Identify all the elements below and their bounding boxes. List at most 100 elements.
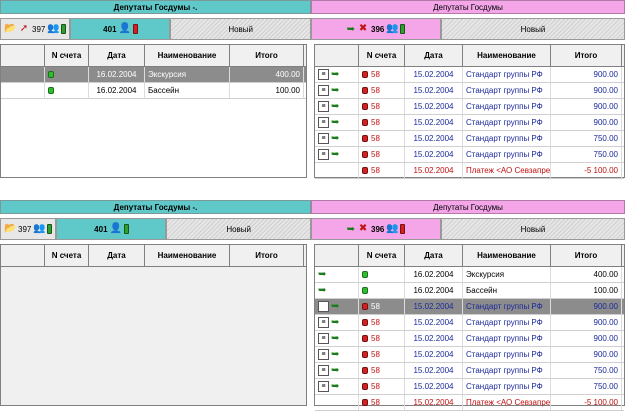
col-date[interactable]: Дата bbox=[405, 245, 463, 266]
col-total[interactable]: Итого bbox=[551, 45, 622, 66]
document-icon: ≡ bbox=[318, 69, 329, 80]
table-row[interactable]: ≡ ➥ 58 15.02.2004 Стандарт группы РФ 900.00 bbox=[315, 115, 624, 131]
col-total[interactable]: Итого bbox=[551, 245, 622, 266]
tab-new-label: Новый bbox=[226, 224, 252, 234]
row-icons[interactable]: ≡ ➥ bbox=[315, 331, 359, 346]
left-grid[interactable]: N счета Дата Наименование Итого 16.02.20… bbox=[0, 44, 307, 178]
status-green-icon bbox=[362, 271, 368, 278]
row-num: 58 bbox=[359, 347, 405, 362]
table-row[interactable]: ➥ 16.02.2004 Бассейн 100.00 bbox=[315, 283, 624, 299]
table-row[interactable]: ≡ ➥ 58 15.02.2004 Стандарт группы РФ 900.00 bbox=[315, 331, 624, 347]
row-num: 58 bbox=[359, 147, 405, 162]
col-name[interactable]: Наименование bbox=[463, 245, 551, 266]
doc-arrow-icon: ➥ bbox=[331, 69, 340, 80]
row-icons[interactable]: ≡ ➥ bbox=[315, 67, 359, 82]
close-icon: ✖ bbox=[358, 23, 368, 34]
row-icons[interactable] bbox=[315, 163, 359, 178]
tab-new-right[interactable]: Новый bbox=[441, 218, 625, 240]
green-battery-icon bbox=[400, 24, 406, 34]
table-row[interactable]: ≡ ➥ 58 15.02.2004 Стандарт группы РФ 750.00 bbox=[315, 147, 624, 163]
row-icons[interactable]: ≡ ➥ bbox=[315, 115, 359, 130]
col-num[interactable]: N счета bbox=[45, 45, 89, 66]
table-row[interactable]: ≡ ➥ 58 15.02.2004 Стандарт группы РФ 900.00 bbox=[315, 83, 624, 99]
table-row[interactable]: ≡ ➥ 58 15.02.2004 Стандарт группы РФ 750.00 bbox=[315, 131, 624, 147]
row-total: -5 100.00 bbox=[551, 163, 622, 178]
tab-new-label: Новый bbox=[520, 24, 546, 34]
document-icon: ≡ bbox=[318, 317, 329, 328]
left-tabbar: 📂 397 👥 401 👤 Новый bbox=[0, 218, 311, 240]
tab-new-left[interactable]: Новый bbox=[166, 218, 311, 240]
row-name: Стандарт группы РФ bbox=[463, 331, 551, 346]
row-date: 15.02.2004 bbox=[405, 315, 463, 330]
row-icons[interactable]: ≡ ➥ bbox=[315, 379, 359, 394]
status-red-icon bbox=[362, 383, 368, 390]
table-row[interactable]: 16.02.2004 Экскурсия 400.00 bbox=[1, 67, 306, 83]
row-total: 900.00 bbox=[551, 347, 622, 362]
row-date: 15.02.2004 bbox=[405, 83, 463, 98]
row-icons[interactable]: ≡ ➥ bbox=[315, 131, 359, 146]
table-row[interactable]: 58 15.02.2004 Платеж <АО Севзапре -5 100.00 bbox=[315, 163, 624, 179]
row-icons[interactable]: ≡ ➥ bbox=[315, 315, 359, 330]
row-total: 750.00 bbox=[551, 147, 622, 162]
row-icons[interactable]: ≡ ➥ bbox=[315, 363, 359, 378]
col-date[interactable]: Дата bbox=[89, 245, 145, 266]
doc-arrow-icon: ➥ bbox=[318, 285, 327, 296]
row-name: Стандарт группы РФ bbox=[463, 363, 551, 378]
table-row[interactable]: ≡ ➥ 58 15.02.2004 Стандарт группы РФ 900.00 bbox=[315, 99, 624, 115]
table-row[interactable]: ≡ ➥ 58 15.02.2004 Стандарт группы РФ 900.00 bbox=[315, 299, 624, 315]
col-date[interactable]: Дата bbox=[405, 45, 463, 66]
doc-arrow-icon: ➥ bbox=[346, 223, 356, 235]
tab-397[interactable]: 📂 397 👥 bbox=[0, 218, 57, 240]
people-icon: 👥 bbox=[33, 223, 46, 234]
screenshot-bottom: Депутаты Госдумы -. Депутаты Госдумы 📂 3… bbox=[0, 200, 625, 411]
col-num[interactable]: N счета bbox=[45, 245, 89, 266]
row-date: 15.02.2004 bbox=[405, 131, 463, 146]
row-name: Бассейн bbox=[463, 283, 551, 298]
row-name: Платеж <АО Севзапре bbox=[463, 163, 551, 178]
left-panel-title: Депутаты Госдумы -. bbox=[0, 200, 311, 214]
row-icons[interactable]: ➥ bbox=[315, 283, 359, 298]
col-date[interactable]: Дата bbox=[89, 45, 145, 66]
table-row[interactable]: ≡ ➥ 58 15.02.2004 Стандарт группы РФ 750.00 bbox=[315, 379, 624, 395]
row-icons[interactable]: ≡ ➥ bbox=[315, 99, 359, 114]
right-grid[interactable]: N счета Дата Наименование Итого ➥ 16.02.2… bbox=[314, 244, 625, 411]
row-icons[interactable]: ➥ bbox=[315, 267, 359, 282]
tab-401[interactable]: 401 👤 bbox=[70, 18, 171, 40]
tab-new-left[interactable]: Новый bbox=[170, 18, 311, 40]
col-icons bbox=[315, 45, 359, 66]
row-date: 15.02.2004 bbox=[405, 99, 463, 114]
table-row[interactable]: ➥ 16.02.2004 Экскурсия 400.00 bbox=[315, 267, 624, 283]
col-name[interactable]: Наименование bbox=[145, 45, 230, 66]
tab-new-right[interactable]: Новый bbox=[441, 18, 625, 40]
tab-new-label: Новый bbox=[520, 224, 546, 234]
table-row[interactable]: ≡ ➥ 58 15.02.2004 Стандарт группы РФ 900.00 bbox=[315, 347, 624, 363]
tab-397[interactable]: 📂 ➚ 397 👥 bbox=[0, 18, 71, 40]
table-row[interactable]: ≡ ➥ 58 15.02.2004 Стандарт группы РФ 900.00 bbox=[315, 67, 624, 83]
col-total[interactable]: Итого bbox=[230, 45, 304, 66]
table-row[interactable]: ≡ ➥ 58 15.02.2004 Стандарт группы РФ 900.00 bbox=[315, 315, 624, 331]
row-icons[interactable]: ≡ ➥ bbox=[315, 83, 359, 98]
table-row[interactable]: ≡ ➥ 58 15.02.2004 Стандарт группы РФ 750.00 bbox=[315, 363, 624, 379]
col-num[interactable]: N счета bbox=[359, 245, 405, 266]
green-battery-icon bbox=[61, 24, 67, 34]
person-icon: 👤 bbox=[109, 223, 122, 234]
col-name[interactable]: Наименование bbox=[463, 45, 551, 66]
row-num: 58 bbox=[359, 363, 405, 378]
right-grid[interactable]: N счета Дата Наименование Итого ≡ ➥ 58 15.0… bbox=[314, 44, 625, 179]
status-red-icon bbox=[362, 103, 368, 110]
col-total[interactable]: Итого bbox=[230, 245, 304, 266]
tab-396[interactable]: ➥ ✖ 396 👥 bbox=[311, 18, 441, 40]
row-total: 900.00 bbox=[551, 99, 622, 114]
row-icons[interactable]: ≡ ➥ bbox=[315, 299, 359, 314]
col-num[interactable]: N счета bbox=[359, 45, 405, 66]
table-row[interactable]: 58 15.02.2004 Платеж <АО Севзапре -5 100.00 bbox=[315, 395, 624, 411]
row-icons[interactable]: ≡ ➥ bbox=[315, 147, 359, 162]
col-name[interactable]: Наименование bbox=[145, 245, 230, 266]
doc-arrow-icon: ➥ bbox=[331, 133, 340, 144]
left-grid[interactable]: N счета Дата Наименование Итого bbox=[0, 244, 307, 406]
table-row[interactable]: 16.02.2004 Бассейн 100.00 bbox=[1, 83, 306, 99]
row-icons[interactable]: ≡ ➥ bbox=[315, 347, 359, 362]
tab-401[interactable]: 401 👤 bbox=[56, 218, 167, 240]
document-icon: ≡ bbox=[318, 349, 329, 360]
tab-396[interactable]: ➥ ✖ 396 👥 bbox=[311, 218, 441, 240]
